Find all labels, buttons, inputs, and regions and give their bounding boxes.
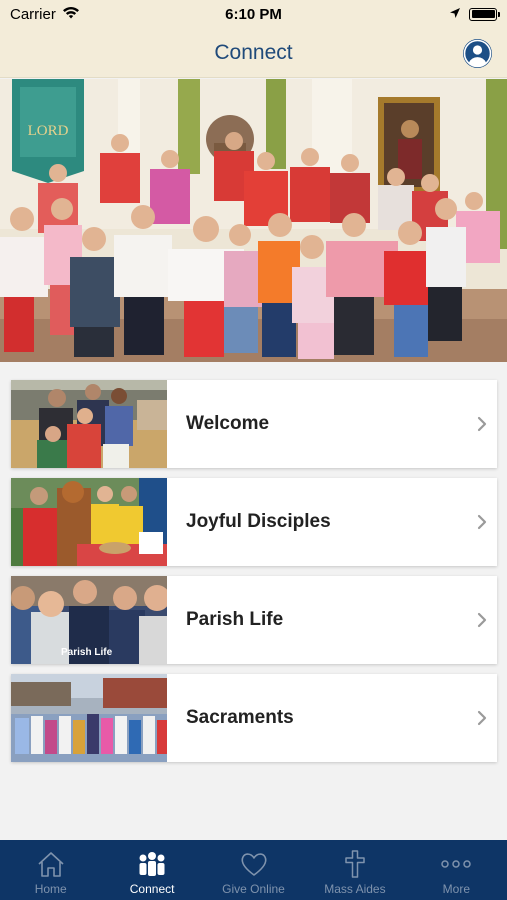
nav-bar: Connect: [0, 28, 507, 78]
tab-home[interactable]: Home: [0, 840, 101, 900]
hero-illustration: LORD: [0, 79, 507, 362]
card-label-joyful-disciples: Joyful Disciples: [186, 511, 331, 532]
wifi-icon: [62, 6, 80, 23]
battery-icon: [469, 7, 500, 21]
card-thumbnail: [11, 380, 167, 468]
carrier-label: Carrier: [10, 5, 56, 23]
tab-connect[interactable]: Connect: [101, 840, 202, 900]
tab-bar: Home Connect Give Online Mass Aides More: [0, 840, 507, 900]
tab-label-connect: Connect: [129, 882, 175, 896]
banner-text: LORD: [28, 123, 69, 139]
tab-give-online[interactable]: Give Online: [203, 840, 304, 900]
tab-label-give-online: Give Online: [222, 882, 285, 896]
page-title: Connect: [214, 40, 293, 64]
person-icon: [463, 39, 492, 68]
hero-photo: LORD: [0, 79, 507, 362]
location-icon: [449, 6, 461, 23]
card-list: Welcome Joyful Disciples Parish Life Par…: [11, 380, 497, 772]
tab-label-home: Home: [34, 882, 67, 896]
card-thumbnail: [11, 674, 167, 762]
chevron-right-icon: [467, 416, 497, 432]
tab-mass-aides[interactable]: Mass Aides: [304, 840, 405, 900]
home-icon: [36, 848, 66, 880]
profile-button[interactable]: [463, 39, 492, 68]
card-sacraments[interactable]: Sacraments: [11, 674, 497, 762]
tab-label-mass-aides: Mass Aides: [324, 882, 386, 896]
status-right: [449, 6, 500, 23]
heart-icon: [239, 848, 269, 880]
card-label-welcome: Welcome: [186, 413, 270, 434]
card-thumbnail: [11, 478, 167, 566]
thumbnail-caption: Parish Life: [61, 647, 113, 658]
card-parish-life[interactable]: Parish Life Parish Life: [11, 576, 497, 664]
status-bar: Carrier 6:10 PM: [0, 0, 507, 28]
chevron-right-icon: [467, 710, 497, 726]
card-joyful-disciples[interactable]: Joyful Disciples: [11, 478, 497, 566]
more-icon: [440, 848, 472, 880]
card-label-sacraments: Sacraments: [186, 707, 294, 728]
cross-icon: [344, 848, 366, 880]
card-welcome[interactable]: Welcome: [11, 380, 497, 468]
people-icon: [135, 848, 169, 880]
card-label-parish-life: Parish Life: [186, 609, 284, 630]
chevron-right-icon: [467, 514, 497, 530]
chevron-right-icon: [467, 612, 497, 628]
tab-label-more: More: [442, 882, 470, 896]
status-left: Carrier: [10, 6, 80, 23]
tab-more[interactable]: More: [406, 840, 507, 900]
card-thumbnail: Parish Life: [11, 576, 167, 664]
